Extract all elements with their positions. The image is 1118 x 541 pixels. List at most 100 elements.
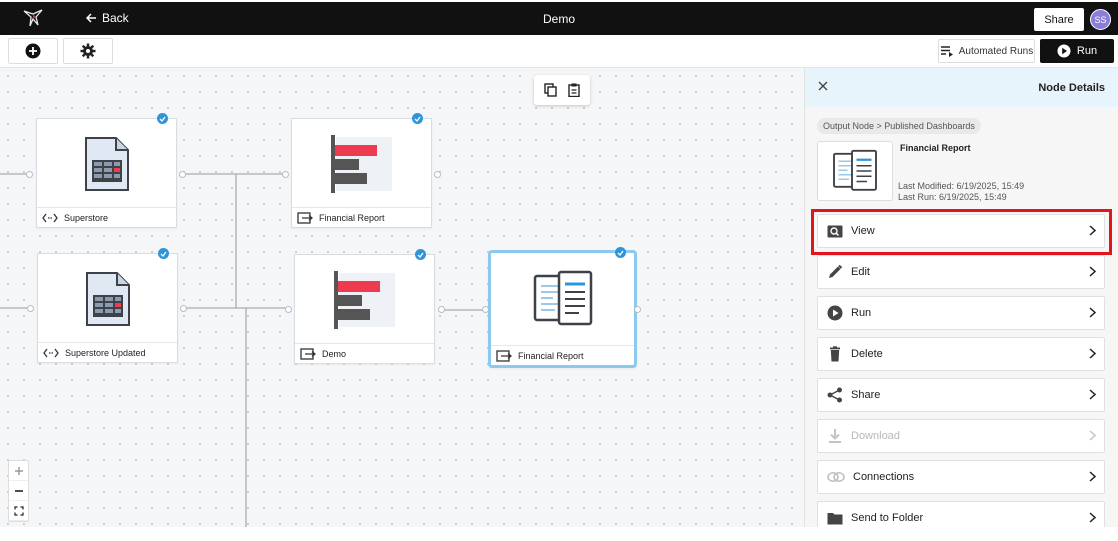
node-preview: [292, 119, 431, 209]
input-port[interactable]: [282, 171, 289, 178]
action-label: Delete: [851, 348, 883, 360]
output-port[interactable]: [434, 171, 441, 178]
send-to-folder-action[interactable]: Send to Folder: [817, 501, 1105, 527]
share-button[interactable]: Share: [1034, 8, 1084, 31]
code-brackets-icon: [42, 213, 58, 222]
chevron-right-icon: [1089, 225, 1096, 236]
list-schedule-icon: [940, 46, 953, 57]
zoom-out-button[interactable]: [9, 481, 28, 501]
check-icon: [157, 113, 168, 124]
output-arrow-icon: [496, 349, 512, 362]
minus-icon: [14, 489, 23, 492]
node-thumbnail: [817, 141, 893, 201]
last-run: Last Run: 6/19/2025, 15:49: [898, 192, 1007, 202]
input-port[interactable]: [482, 306, 489, 313]
folder-icon: [827, 513, 843, 525]
check-icon: [412, 113, 423, 124]
view-icon: [827, 225, 843, 237]
node-superstore-updated[interactable]: Superstore Updated: [37, 248, 178, 363]
paste-button[interactable]: [568, 83, 580, 97]
settings-button[interactable]: [63, 38, 113, 64]
node-demo-chart[interactable]: Demo: [294, 249, 435, 364]
spreadsheet-file-icon: [85, 272, 130, 326]
back-label: Back: [102, 11, 129, 25]
output-port[interactable]: [634, 306, 641, 313]
node-preview: [491, 253, 634, 345]
chevron-right-icon: [1089, 266, 1096, 277]
trash-icon: [830, 346, 840, 362]
node-preview: [37, 119, 176, 209]
output-port[interactable]: [180, 305, 187, 312]
chevron-right-icon: [1089, 430, 1096, 441]
check-icon: [158, 248, 169, 259]
bar-chart-icon: [333, 271, 395, 329]
copy-icon: [544, 83, 557, 97]
node-footer: Financial Report: [292, 207, 431, 227]
action-label: Connections: [853, 471, 915, 483]
node-label: Superstore: [64, 212, 109, 223]
clipboard-tools: [534, 75, 590, 105]
copy-button[interactable]: [544, 83, 557, 97]
automated-runs-button[interactable]: Automated Runs: [938, 39, 1035, 63]
node-financial-report-chart[interactable]: Financial Report: [291, 113, 432, 228]
play-icon: [827, 305, 843, 321]
chevron-right-icon: [1089, 348, 1096, 359]
arrow-left-icon: [86, 13, 96, 23]
share-action[interactable]: Share: [817, 378, 1105, 412]
logo-icon[interactable]: [22, 8, 44, 28]
delete-action[interactable]: Delete: [817, 337, 1105, 371]
view-action[interactable]: View: [817, 214, 1105, 248]
zoom-in-button[interactable]: [9, 461, 28, 481]
fullscreen-icon: [13, 505, 24, 516]
check-icon: [615, 247, 626, 258]
share-icon: [827, 387, 842, 403]
node-preview: [295, 255, 434, 345]
output-port[interactable]: [179, 171, 186, 178]
run-action[interactable]: Run: [817, 296, 1105, 330]
edit-action[interactable]: Edit: [817, 255, 1105, 289]
node-label: Superstore Updated: [65, 347, 146, 358]
bottom-strip: [0, 527, 1118, 541]
plus-circle-icon: [25, 43, 41, 59]
node-label: Financial Report: [319, 212, 385, 223]
panel-title: Node Details: [1038, 82, 1105, 94]
input-port[interactable]: [285, 306, 292, 313]
node-footer: Demo: [295, 343, 434, 363]
flow-canvas[interactable]: Superstore Superstore Updated Financial …: [0, 68, 804, 527]
node-details-panel: Node Details Output Node > Published Das…: [804, 68, 1118, 527]
dashboard-document-icon: [533, 270, 592, 326]
action-label: Run: [851, 307, 872, 319]
input-port[interactable]: [26, 171, 33, 178]
node-label: Demo: [322, 348, 347, 359]
automated-runs-label: Automated Runs: [958, 45, 1034, 57]
action-label: Edit: [851, 266, 870, 278]
zoom-controls: [8, 460, 29, 522]
node-financial-report-dashboard[interactable]: Financial Report: [488, 247, 637, 368]
add-node-button[interactable]: [8, 38, 58, 64]
close-panel-button[interactable]: [818, 81, 828, 91]
top-bar: Back Demo Share SS: [0, 2, 1118, 35]
node-preview: [38, 254, 177, 344]
play-circle-icon: [1057, 44, 1071, 58]
node-superstore[interactable]: Superstore: [36, 113, 177, 228]
node-footer: Financial Report: [491, 345, 634, 365]
download-action: Download: [817, 419, 1105, 453]
node-label: Financial Report: [518, 350, 584, 361]
chevron-right-icon: [1089, 389, 1096, 400]
output-port[interactable]: [438, 306, 445, 313]
connections-action[interactable]: Connections: [817, 460, 1105, 494]
user-avatar[interactable]: SS: [1090, 9, 1111, 30]
input-port[interactable]: [27, 305, 34, 312]
spreadsheet-file-icon: [84, 137, 129, 191]
run-button[interactable]: Run: [1040, 39, 1114, 63]
fit-view-button[interactable]: [9, 501, 28, 521]
last-modified: Last Modified: 6/19/2025, 15:49: [898, 181, 1025, 191]
action-label: Share: [851, 389, 881, 401]
chevron-right-icon: [1089, 512, 1096, 523]
node-breadcrumb: Output Node > Published Dashboards: [817, 118, 981, 134]
close-icon: [818, 81, 828, 91]
check-icon: [415, 249, 426, 260]
back-button[interactable]: Back: [86, 11, 129, 25]
chevron-right-icon: [1089, 307, 1096, 318]
output-arrow-icon: [300, 347, 316, 360]
